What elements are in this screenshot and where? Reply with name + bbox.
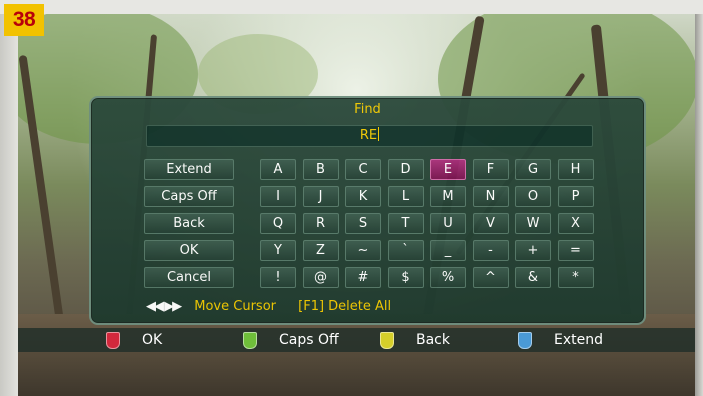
key-0-1[interactable]: B — [302, 159, 339, 180]
dialog-title: Find — [354, 102, 381, 117]
key-3-6[interactable]: + — [515, 240, 551, 261]
key-2-5[interactable]: V — [472, 213, 509, 234]
color-key-caps-off[interactable]: Caps Off — [243, 331, 339, 349]
key-1-6[interactable]: O — [515, 186, 551, 207]
key-2-3[interactable]: T — [387, 213, 424, 234]
key-3-0[interactable]: Y — [260, 240, 296, 261]
key-1-2[interactable]: K — [345, 186, 381, 207]
key-3-3[interactable]: ` — [387, 240, 424, 261]
green-key-icon — [243, 331, 257, 349]
extend-button[interactable]: Extend — [144, 159, 234, 180]
key-1-0[interactable]: I — [260, 186, 296, 207]
red-key-icon — [106, 331, 120, 349]
key-2-2[interactable]: S — [345, 213, 381, 234]
key-2-0[interactable]: Q — [260, 213, 296, 234]
find-dialog: Find RE Extend Caps Off Back OK Cancel A… — [89, 96, 646, 325]
key-4-6[interactable]: & — [515, 267, 551, 288]
key-2-7[interactable]: X — [557, 213, 594, 234]
key-3-4[interactable]: _ — [430, 240, 466, 261]
channel-number-badge: 38 — [4, 4, 44, 36]
search-input[interactable]: RE — [146, 125, 593, 147]
key-1-7[interactable]: P — [557, 186, 594, 207]
key-1-4[interactable]: M — [430, 186, 466, 207]
color-key-label: Extend — [554, 332, 603, 348]
key-1-3[interactable]: L — [387, 186, 424, 207]
key-1-1[interactable]: J — [302, 186, 339, 207]
key-4-5[interactable]: ^ — [472, 267, 509, 288]
delete-all-hint: [F1] Delete All — [298, 299, 392, 314]
key-0-6[interactable]: G — [515, 159, 551, 180]
caps-off-button[interactable]: Caps Off — [144, 186, 234, 207]
color-key-extend[interactable]: Extend — [518, 331, 603, 349]
blue-key-icon — [518, 331, 532, 349]
color-key-bar: OK Caps Off Back Extend — [18, 328, 695, 352]
key-4-1[interactable]: @ — [302, 267, 339, 288]
key-3-5[interactable]: - — [472, 240, 509, 261]
forest-floor — [18, 314, 695, 396]
back-button[interactable]: Back — [144, 213, 234, 234]
right-bezel — [695, 14, 703, 396]
key-4-0[interactable]: ! — [260, 267, 296, 288]
key-4-2[interactable]: # — [345, 267, 381, 288]
ok-button[interactable]: OK — [144, 240, 234, 261]
key-0-5[interactable]: F — [472, 159, 509, 180]
key-2-6[interactable]: W — [515, 213, 551, 234]
key-3-2[interactable]: ~ — [345, 240, 381, 261]
color-key-label: Back — [416, 332, 450, 348]
left-bezel — [0, 14, 18, 396]
key-0-0[interactable]: A — [260, 159, 296, 180]
key-0-4[interactable]: E — [430, 159, 466, 180]
cursor-arrows-icon: ◀◀ ▶▶ — [146, 299, 182, 314]
key-1-5[interactable]: N — [472, 186, 509, 207]
key-2-4[interactable]: U — [430, 213, 466, 234]
color-key-ok[interactable]: OK — [106, 331, 162, 349]
key-3-1[interactable]: Z — [302, 240, 339, 261]
color-key-label: OK — [142, 332, 163, 348]
top-bezel — [0, 0, 703, 15]
yellow-key-icon — [380, 331, 394, 349]
move-cursor-hint: Move Cursor — [194, 299, 276, 314]
color-key-label: Caps Off — [279, 332, 339, 348]
key-0-3[interactable]: D — [387, 159, 424, 180]
key-4-7[interactable]: * — [557, 267, 594, 288]
key-4-3[interactable]: $ — [387, 267, 424, 288]
search-input-value: RE — [359, 128, 378, 143]
cancel-button[interactable]: Cancel — [144, 267, 234, 288]
key-3-7[interactable]: = — [557, 240, 594, 261]
key-2-1[interactable]: R — [302, 213, 339, 234]
key-0-2[interactable]: C — [345, 159, 381, 180]
help-row: ◀◀ ▶▶ Move Cursor [F1] Delete All — [146, 299, 391, 317]
key-0-7[interactable]: H — [557, 159, 594, 180]
key-4-4[interactable]: % — [430, 267, 466, 288]
text-cursor — [378, 127, 380, 141]
color-key-back[interactable]: Back — [380, 331, 450, 349]
